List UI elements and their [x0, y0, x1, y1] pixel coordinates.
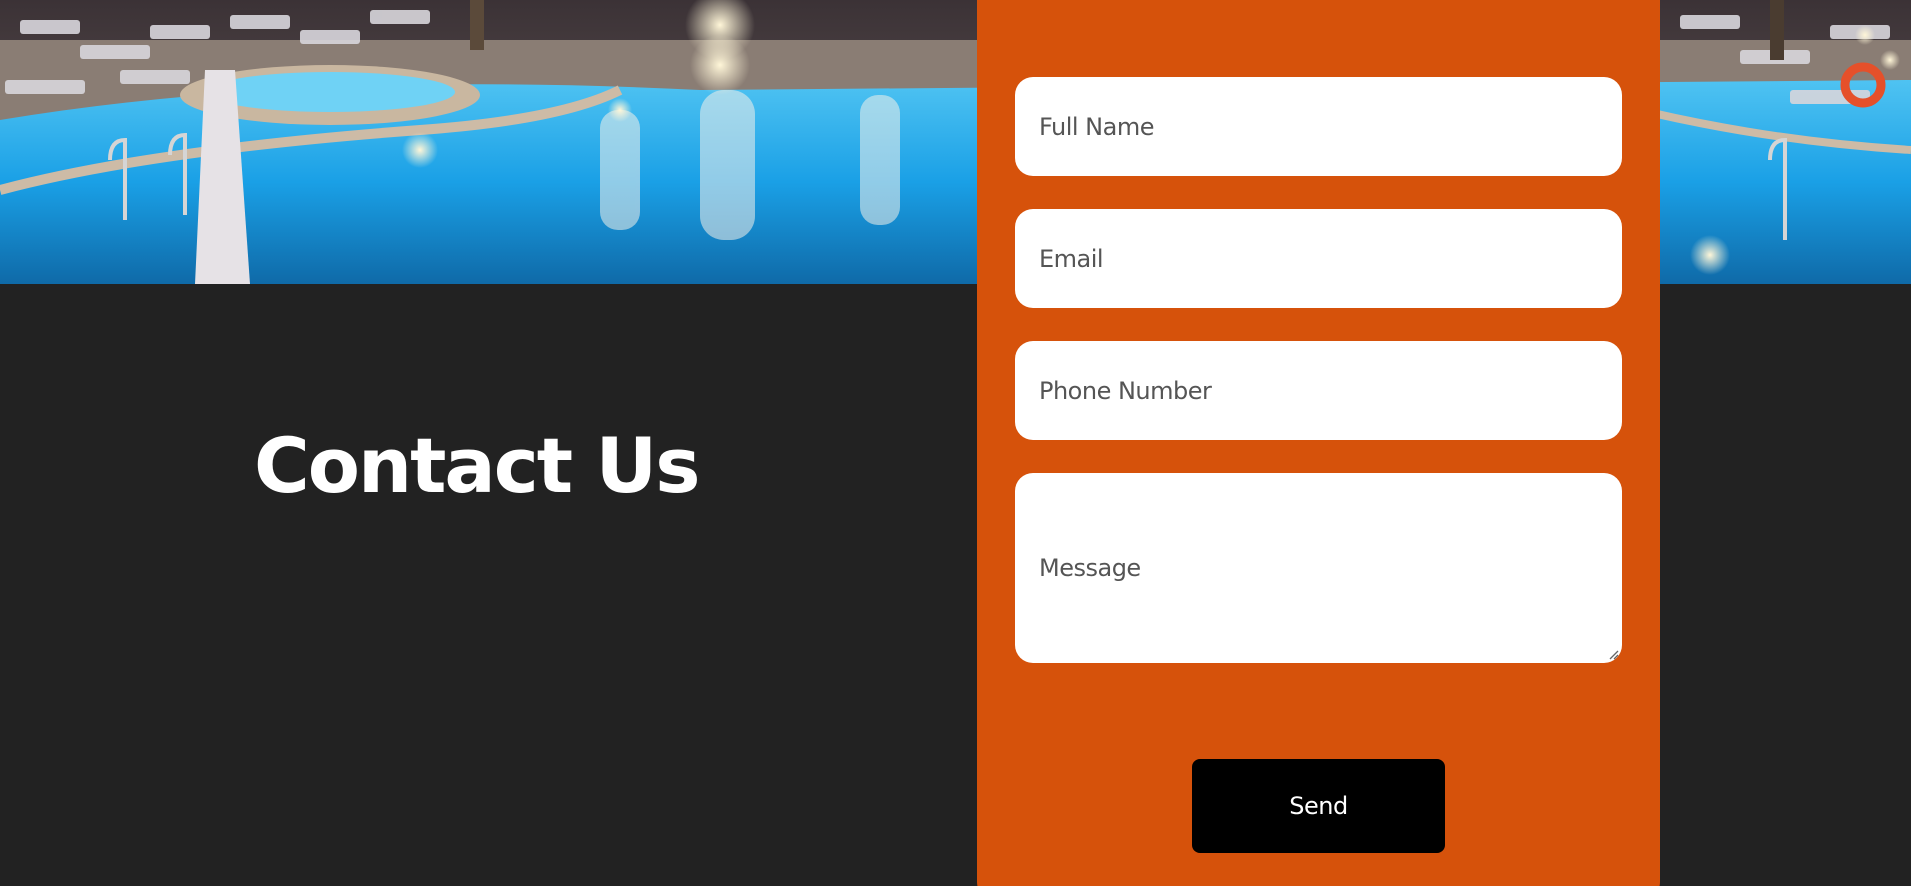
- page-title: Contact Us: [254, 421, 700, 510]
- resize-handle-icon[interactable]: [1607, 648, 1619, 660]
- message-placeholder: Message: [1039, 554, 1141, 582]
- full-name-placeholder: Full Name: [1039, 112, 1154, 141]
- email-placeholder: Email: [1039, 244, 1104, 273]
- full-name-input[interactable]: Full Name: [1015, 77, 1622, 176]
- send-button-label: Send: [1289, 792, 1348, 820]
- contact-page: Contact Us Full Name Email Phone Number …: [0, 0, 1911, 886]
- message-textarea[interactable]: Message: [1015, 473, 1622, 663]
- send-button[interactable]: Send: [1192, 759, 1445, 853]
- phone-number-input[interactable]: Phone Number: [1015, 341, 1622, 440]
- email-input[interactable]: Email: [1015, 209, 1622, 308]
- phone-number-placeholder: Phone Number: [1039, 376, 1212, 405]
